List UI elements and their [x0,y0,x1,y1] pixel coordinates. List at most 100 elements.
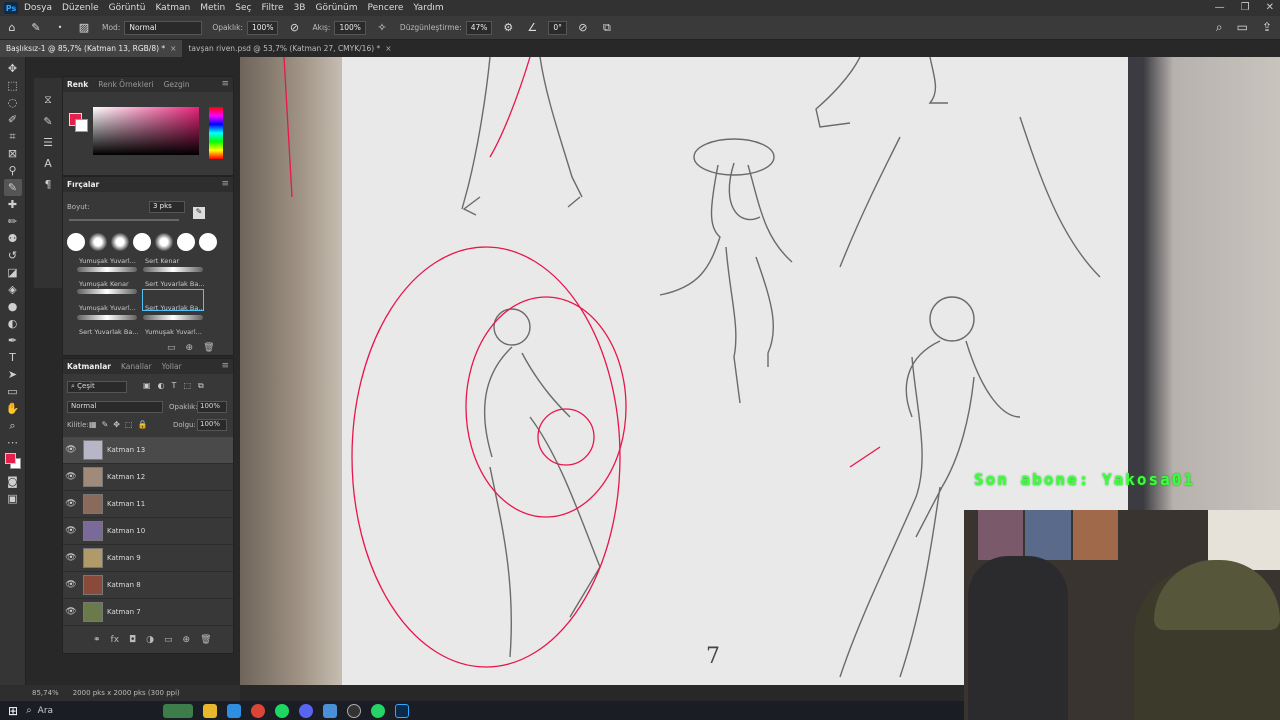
layer-opacity-field[interactable]: 100% [197,401,227,413]
brush-tip[interactable] [177,233,195,251]
layer-row[interactable]: 👁 Katman 10 [63,518,233,545]
layer-row[interactable]: 👁 Katman 7 [63,599,233,626]
smoothing-settings-icon[interactable]: ⚙ [500,20,516,36]
layer-row[interactable]: 👁 Katman 13 [63,437,233,464]
layer-row[interactable]: 👁 Katman 12 [63,464,233,491]
close-tab-icon[interactable]: × [385,44,391,53]
brush-preset[interactable]: Yumuşak Yuvarl... [145,324,202,337]
delete-layer-icon[interactable]: 🗑 [200,635,211,645]
layer-filter-select[interactable]: ⌕ Çeşit [67,381,127,393]
panel-menu-icon[interactable]: ≡ [221,79,229,89]
paragraph-panel-icon[interactable]: ¶ [40,176,56,192]
tab-yollar[interactable]: Yollar [162,362,182,371]
brush-tip[interactable] [199,233,217,251]
workspace-icon[interactable]: ▭ [1237,20,1248,35]
history-panel-icon[interactable]: ⧖ [40,92,56,108]
pixel-filter-icon[interactable]: ▣ [143,381,151,391]
opacity-field[interactable]: 100% [247,20,279,35]
new-group-icon[interactable]: ▭ [167,343,176,353]
dodge-tool-icon[interactable]: ◐ [4,315,22,332]
document-info[interactable]: 2000 pks x 2000 pks (300 ppi) [73,689,180,697]
brush-tip[interactable] [89,233,107,251]
close-icon[interactable]: ✕ [1266,2,1274,13]
visibility-eye-icon[interactable]: 👁 [63,472,79,482]
color-swatches[interactable] [3,451,23,473]
layer-row[interactable]: 👁 Katman 8 [63,572,233,599]
tab-kanallar[interactable]: Kanallar [121,362,152,371]
brush-preset[interactable]: Yumuşak Yuvarl... [79,253,136,266]
visibility-eye-icon[interactable]: 👁 [63,499,79,509]
brush-size-picker-icon[interactable]: • [52,20,68,36]
character-panel-icon[interactable]: A [40,155,56,171]
menu-3b[interactable]: 3B [294,3,306,13]
background-color-swatch[interactable] [75,119,88,132]
brush-preset[interactable]: Sert Yuvarlak Ba... [145,276,205,289]
minimize-icon[interactable]: — [1215,2,1225,13]
brush-settings-panel-icon[interactable]: ✎ [40,113,56,129]
crop-tool-icon[interactable]: ⌗ [4,128,22,145]
airbrush-icon[interactable]: ✧ [374,20,390,36]
panel-menu-icon[interactable]: ≡ [221,361,229,371]
tab-document-2[interactable]: tavşan riven.psd @ 53,7% (Katman 27, CMY… [182,40,397,57]
share-icon[interactable]: ⇪ [1262,20,1272,35]
link-layers-icon[interactable]: ⚭ [93,635,101,645]
close-tab-icon[interactable]: × [170,44,176,53]
symmetry-icon[interactable]: ⧉ [599,20,615,36]
windows-start-icon[interactable]: ⊞ [8,704,18,718]
obs-icon[interactable] [346,703,361,718]
brush-tip[interactable] [133,233,151,251]
type-tool-icon[interactable]: T [4,349,22,366]
visibility-eye-icon[interactable]: 👁 [63,445,79,455]
adjustments-panel-icon[interactable]: ☰ [40,134,56,150]
layer-row[interactable]: 👁 Katman 11 [63,491,233,518]
wallpaper-thumb-icon[interactable] [162,703,193,718]
menu-katman[interactable]: Katman [155,3,190,13]
lock-artboard-icon[interactable]: ⬚ [125,420,133,429]
photoshop-taskbar-icon[interactable] [394,703,409,718]
paint-bucket-tool-icon[interactable]: ◈ [4,281,22,298]
tab-document-1[interactable]: Başlıksız-1 @ 85,7% (Katman 13, RGB/8) *… [0,40,183,57]
lasso-tool-icon[interactable]: ◌ [4,94,22,111]
fill-field[interactable]: 100% [197,419,227,431]
add-mask-icon[interactable]: ◘ [129,635,136,645]
brush-tip[interactable] [111,233,129,251]
menu-sec[interactable]: Seç [235,3,251,13]
spotify-icon[interactable] [274,703,289,718]
angle-field[interactable]: 0° [548,20,567,35]
search-icon[interactable]: ⌕ [26,705,32,716]
new-layer-icon[interactable]: ⊕ [183,635,191,645]
hue-slider[interactable] [209,107,223,159]
new-group-icon[interactable]: ▭ [164,635,173,645]
brush-preset[interactable]: Yumuşak Yuvarl... [79,300,136,313]
brush-preset[interactable]: Sert Kenar [145,253,179,266]
discord-icon[interactable] [298,703,313,718]
delete-icon[interactable]: 🗑 [203,343,214,353]
brush-tip[interactable] [155,233,173,251]
quick-mask-icon[interactable]: ◙ [4,473,22,490]
brush-preset[interactable]: Yumuşak Kenar [79,276,129,289]
healing-tool-icon[interactable]: ✚ [4,196,22,213]
frame-tool-icon[interactable]: ⊠ [4,145,22,162]
pen-tool-icon[interactable]: ✒ [4,332,22,349]
shape-tool-icon[interactable]: ▭ [4,383,22,400]
file-explorer-icon[interactable] [202,703,217,718]
layer-row[interactable]: 👁 Katman 9 [63,545,233,572]
marquee-tool-icon[interactable]: ⬚ [4,77,22,94]
blur-tool-icon[interactable]: ● [4,298,22,315]
tab-renk-ornekleri[interactable]: Renk Örnekleri [98,80,153,89]
size-field[interactable]: 3 pks [149,201,185,213]
lock-position-icon[interactable]: ✥ [113,420,120,429]
brush-tool-icon[interactable]: ✎ [3,179,22,196]
quick-select-tool-icon[interactable]: ✐ [4,111,22,128]
move-tool-icon[interactable]: ✥ [4,60,22,77]
restore-icon[interactable]: ❐ [1241,2,1250,13]
eyedropper-tool-icon[interactable]: ⚲ [4,162,22,179]
brush-preset[interactable]: Sert Yuvarlak Ba... [145,300,205,313]
mode-select[interactable]: Normal [124,20,203,35]
type-filter-icon[interactable]: T [172,381,177,391]
fx-icon[interactable]: fx [111,635,120,645]
smoothing-field[interactable]: 47% [465,20,493,35]
menu-dosya[interactable]: Dosya [24,3,52,13]
zoom-tool-icon[interactable]: ⌕ [4,417,22,434]
pressure-size-icon[interactable]: ⊘ [575,20,591,36]
